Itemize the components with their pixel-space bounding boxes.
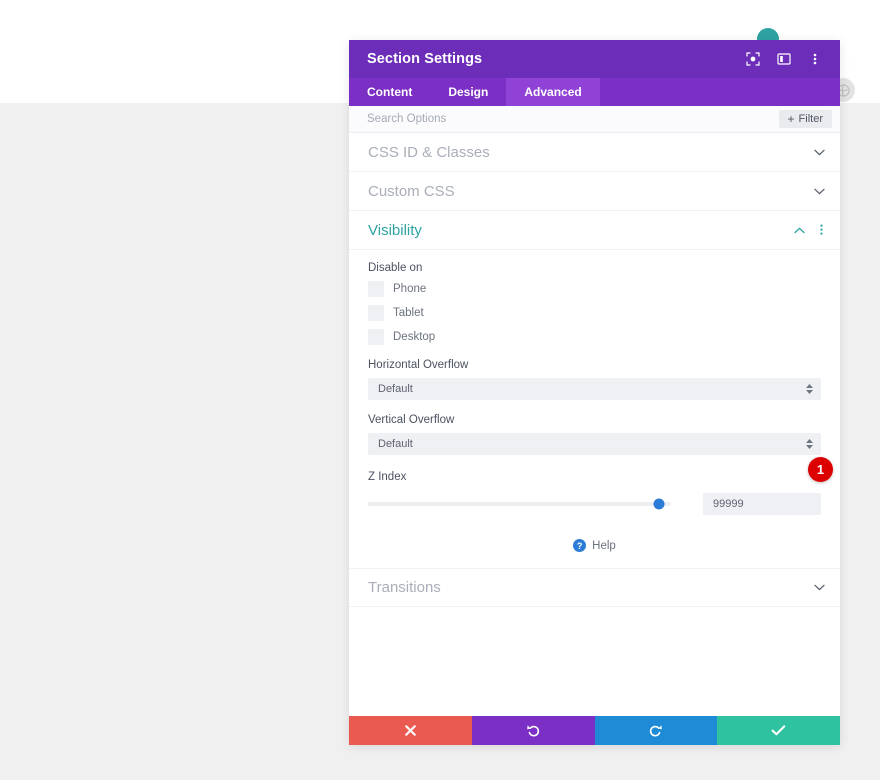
z-index-slider[interactable] [368,496,671,512]
select-arrows-icon [806,384,813,394]
section-visibility[interactable]: Visibility [349,211,840,250]
checkbox-desktop[interactable] [368,329,384,345]
chevron-up-icon [792,223,806,237]
checkbox-label-tablet: Tablet [393,307,424,319]
section-transitions[interactable]: Transitions [349,568,840,607]
save-button[interactable] [717,716,840,745]
z-index-slider-handle[interactable] [653,498,665,510]
header-icon-group [744,50,824,68]
section-title: Visibility [368,221,422,239]
horizontal-overflow-label: Horizontal Overflow [368,359,469,371]
vertical-overflow-label: Vertical Overflow [368,414,455,426]
focus-target-icon[interactable] [744,50,762,68]
field-z-index: Z Index [368,471,821,515]
checkbox-label-phone: Phone [393,283,427,295]
z-index-label: Z Index [368,471,407,483]
search-input[interactable] [367,113,779,125]
panel-body: CSS ID & Classes Custom CSS Visibility D… [349,133,840,716]
checkbox-phone[interactable] [368,281,384,297]
field-horizontal-overflow: Horizontal Overflow Default [368,359,821,400]
panel-header: Section Settings [349,40,840,78]
section-css-id-classes[interactable]: CSS ID & Classes [349,133,840,172]
checkbox-label-desktop: Desktop [393,331,436,343]
search-row: + Filter [349,106,840,133]
undo-button[interactable] [471,716,595,745]
more-options-icon[interactable] [806,50,824,68]
horizontal-overflow-select[interactable]: Default [368,378,821,400]
checkbox-row-tablet[interactable]: Tablet [368,305,821,321]
chevron-down-icon [812,581,826,595]
tab-content[interactable]: Content [349,78,430,106]
help-icon: ? [573,539,587,552]
section-settings-panel: Section Settings Content Design Advanced… [349,40,840,745]
help-link[interactable]: Help [592,540,616,552]
vertical-overflow-select[interactable]: Default [368,433,821,455]
section-custom-css[interactable]: Custom CSS [349,172,840,211]
section-title: Custom CSS [368,182,455,200]
section-more-options-icon[interactable] [816,224,826,236]
chevron-down-icon [812,184,826,198]
panel-action-bar [349,716,840,745]
horizontal-overflow-value: Default [378,383,413,395]
z-index-slider-row [368,493,821,515]
z-index-input[interactable] [703,493,821,515]
cancel-button[interactable] [349,716,472,745]
tab-design[interactable]: Design [430,78,506,106]
checkbox-row-phone[interactable]: Phone [368,281,821,297]
panel-layout-icon[interactable] [775,50,793,68]
tab-advanced[interactable]: Advanced [506,78,600,106]
filter-button-label: Filter [798,113,823,125]
step-badge-1: 1 [808,457,833,482]
visibility-section-content: Disable on Phone Tablet Desktop Horizont… [349,250,840,558]
field-vertical-overflow: Vertical Overflow Default [368,414,821,455]
vertical-overflow-value: Default [378,438,413,450]
checkbox-row-desktop[interactable]: Desktop [368,329,821,345]
panel-tab-bar: Content Design Advanced [349,78,840,106]
help-row: ? Help [368,515,821,552]
chevron-down-icon [812,145,826,159]
select-arrows-icon [806,439,813,449]
section-title: Transitions [368,579,441,596]
redo-button[interactable] [594,716,718,745]
filter-button[interactable]: + Filter [778,110,832,128]
disable-on-label: Disable on [368,262,423,274]
section-title: CSS ID & Classes [368,143,490,161]
checkbox-tablet[interactable] [368,305,384,321]
z-index-slider-track [368,502,671,506]
plus-icon: + [787,112,795,126]
page-title: Section Settings [367,51,483,67]
